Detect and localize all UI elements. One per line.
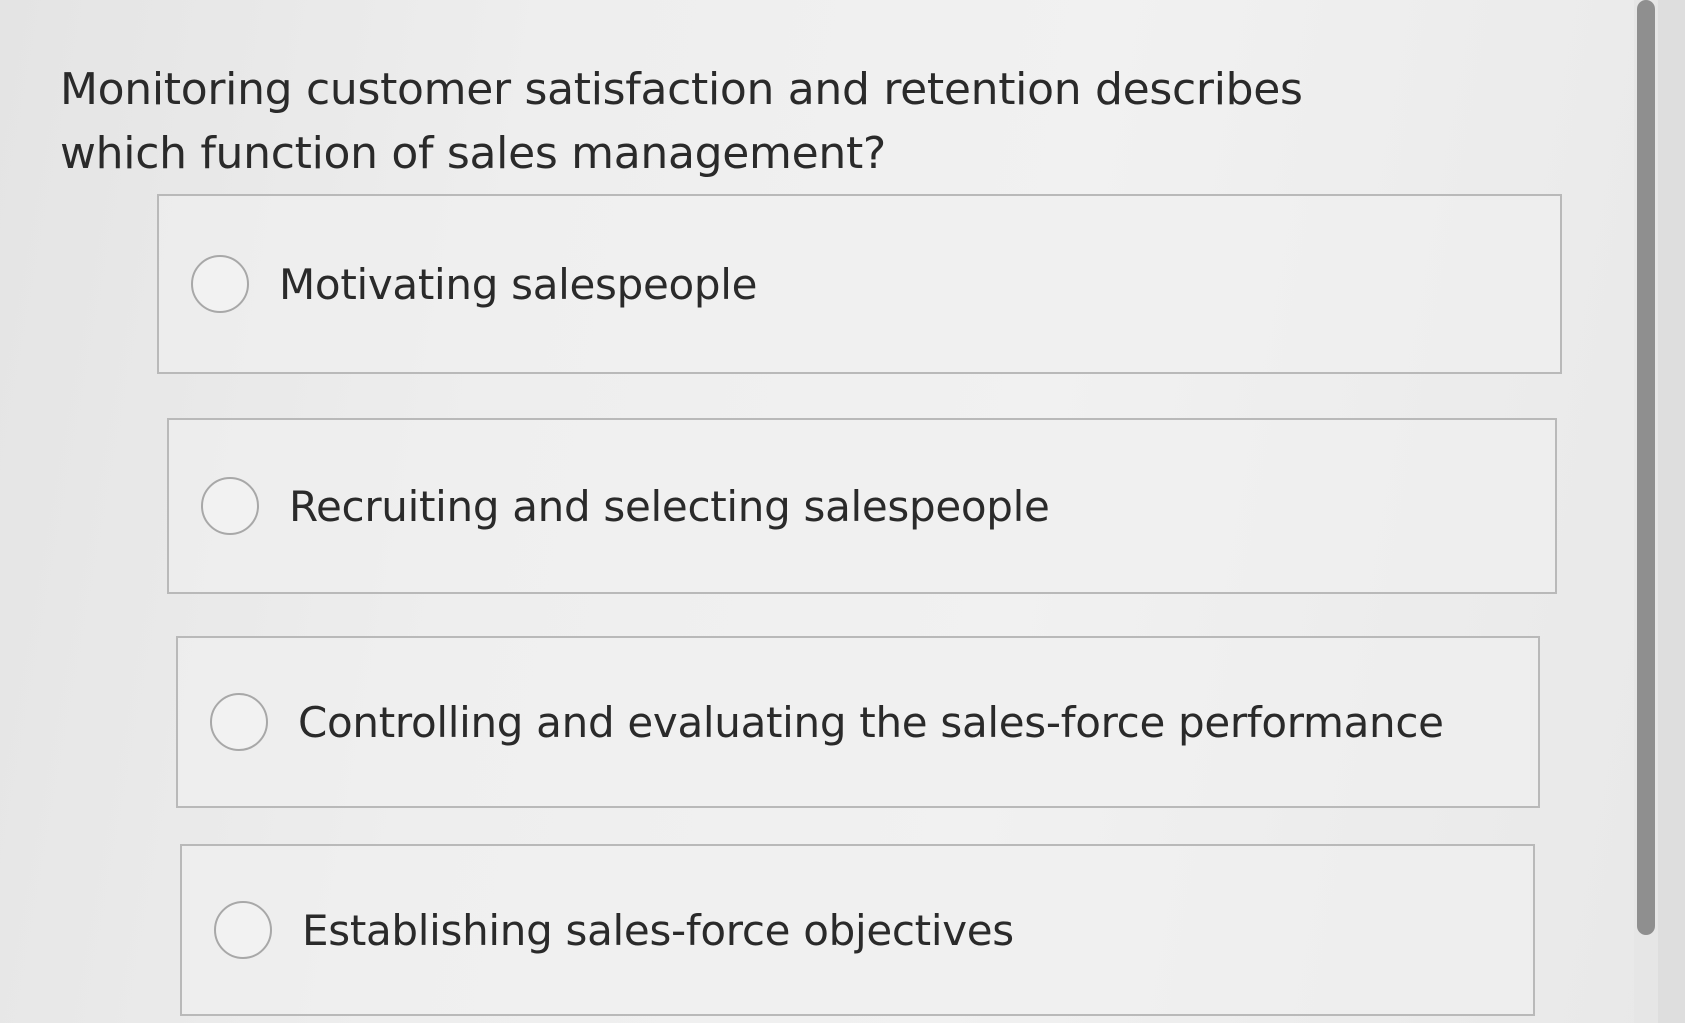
answer-option-controlling[interactable]: Controlling and evaluating the sales-for… (176, 636, 1540, 808)
scrollbar-thumb[interactable] (1637, 0, 1655, 935)
quiz-page: Monitoring customer satisfaction and ret… (0, 0, 1685, 1023)
vertical-scrollbar[interactable] (1634, 0, 1658, 1023)
answer-option-label: Controlling and evaluating the sales-for… (298, 697, 1444, 747)
radio-button-icon[interactable] (191, 255, 249, 313)
answer-option-label: Recruiting and selecting salespeople (289, 481, 1050, 531)
answer-option-label: Motivating salespeople (279, 259, 758, 309)
radio-button-icon[interactable] (210, 693, 268, 751)
answer-option-label: Establishing sales-force objectives (302, 905, 1014, 955)
radio-button-icon[interactable] (201, 477, 259, 535)
question-text: Monitoring customer satisfaction and ret… (60, 64, 1303, 179)
window-edge (1658, 0, 1685, 1023)
radio-button-icon[interactable] (214, 901, 272, 959)
answer-option-establishing[interactable]: Establishing sales-force objectives (180, 844, 1535, 1016)
answer-option-recruiting[interactable]: Recruiting and selecting salespeople (167, 418, 1557, 594)
answer-option-motivating[interactable]: Motivating salespeople (157, 194, 1562, 374)
